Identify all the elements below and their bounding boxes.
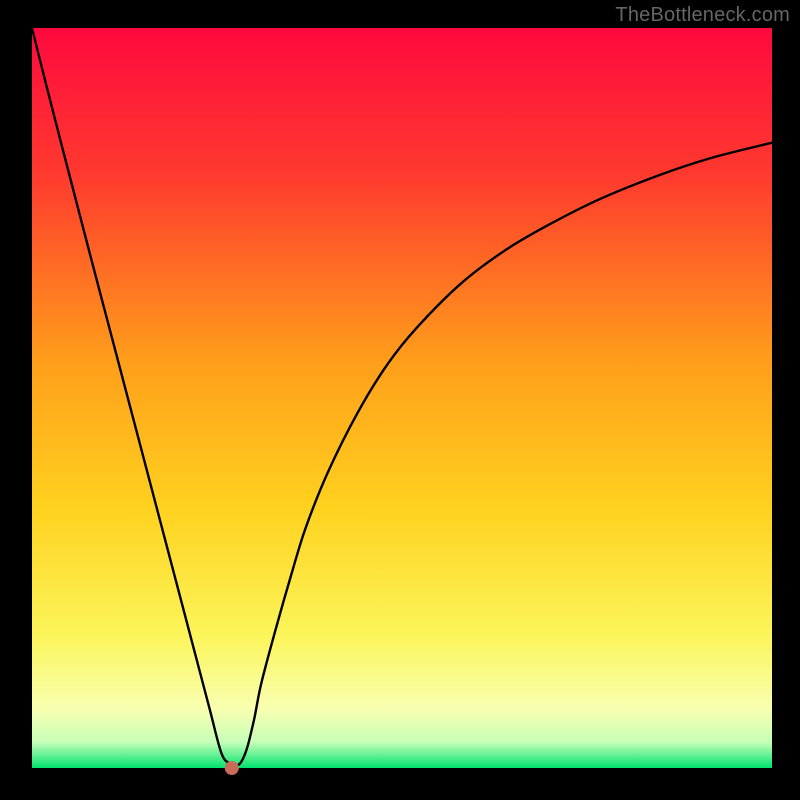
chart-svg [0, 0, 800, 800]
optimal-point-marker [225, 761, 239, 775]
bottleneck-chart [0, 0, 800, 800]
plot-background [32, 28, 772, 768]
watermark-text: TheBottleneck.com [615, 4, 790, 27]
